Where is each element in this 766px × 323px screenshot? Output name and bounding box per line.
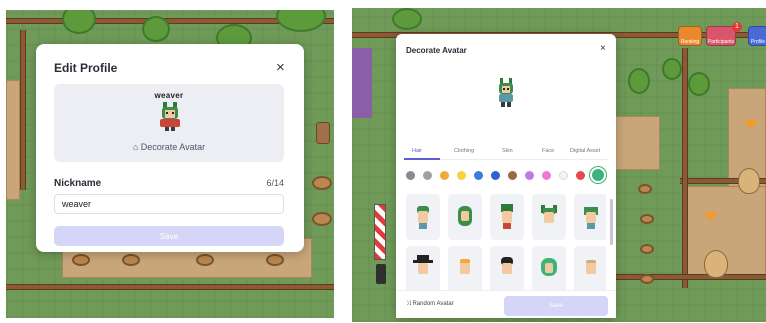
stump (312, 176, 332, 190)
color-swatches (404, 168, 608, 184)
close-icon[interactable]: × (276, 60, 285, 75)
tree (662, 58, 682, 80)
color-swatch[interactable] (508, 171, 517, 180)
stump (638, 184, 652, 194)
dialog-title: Edit Profile (54, 61, 118, 75)
hair-option[interactable] (532, 246, 566, 290)
hair-option[interactable] (448, 194, 482, 240)
stump (196, 254, 214, 266)
arrow-marker (744, 120, 758, 130)
scrollbar-thumb[interactable] (610, 199, 613, 245)
tree (392, 8, 422, 30)
stump (122, 254, 140, 266)
color-swatch[interactable] (440, 171, 449, 180)
dialog-footer: ⤨ Random Avatar Save (396, 290, 616, 318)
color-swatch[interactable] (576, 171, 585, 180)
hair-option[interactable] (490, 246, 524, 290)
avatar-preview-card: weaver ⌂ Decorate Avatar (54, 84, 284, 162)
category-tabs: Hair Clothing Skin Face Digital Asset (404, 146, 608, 160)
fence-bottom (612, 274, 766, 280)
rock (316, 122, 330, 144)
hair-option[interactable] (574, 246, 606, 290)
color-swatch[interactable] (457, 171, 466, 180)
stump (640, 244, 654, 254)
hair-option[interactable] (532, 194, 566, 240)
tab-digital-asset[interactable]: Digital Asset (570, 148, 600, 154)
ranking-button[interactable]: Ranking (678, 26, 702, 46)
fence-bottom (6, 284, 334, 290)
color-swatch[interactable] (423, 171, 432, 180)
color-swatch[interactable] (491, 171, 500, 180)
hair-option[interactable] (406, 246, 440, 290)
arrow-marker (704, 212, 718, 222)
tree (688, 72, 710, 96)
hair-option[interactable] (490, 194, 524, 240)
save-button[interactable]: Save (54, 226, 284, 246)
color-swatch-selected[interactable] (592, 169, 604, 181)
hair-option[interactable] (574, 194, 606, 240)
tab-face[interactable]: Face (542, 148, 554, 154)
plant-creature (738, 168, 760, 194)
hair-option[interactable] (448, 246, 482, 290)
color-swatch[interactable] (406, 171, 415, 180)
building-purple (352, 48, 372, 118)
random-avatar-label: Random Avatar (412, 301, 454, 307)
active-tab-indicator (404, 158, 440, 160)
nickname-char-count: 6/14 (266, 178, 284, 188)
close-icon[interactable]: × (600, 44, 606, 54)
decorate-avatar-label: Decorate Avatar (140, 142, 206, 152)
stump (72, 254, 90, 266)
striped-barrier (374, 204, 386, 260)
game-scene-right: Ranking Participants 1 Profile Decorate … (352, 8, 766, 322)
tree (628, 68, 650, 94)
decorate-avatar-link[interactable]: ⌂ Decorate Avatar (54, 142, 284, 152)
stump (640, 274, 654, 284)
stump (640, 214, 654, 224)
tab-clothing[interactable]: Clothing (454, 148, 474, 154)
traffic-light (376, 264, 386, 284)
game-scene-left: Edit Profile × weaver ⌂ Decorate Avatar … (6, 10, 334, 318)
nickname-input[interactable] (54, 194, 284, 214)
color-swatch[interactable] (525, 171, 534, 180)
stump (312, 212, 332, 226)
avatar (160, 102, 180, 131)
random-avatar-link[interactable]: ⤨ Random Avatar (406, 301, 454, 308)
color-swatch[interactable] (542, 171, 551, 180)
plant-creature (704, 250, 728, 278)
hair-style-grid (406, 194, 606, 290)
tab-skin[interactable]: Skin (502, 148, 513, 154)
dirt-path-side (6, 80, 20, 200)
profile-button[interactable]: Profile (748, 26, 766, 46)
fence-left (20, 30, 26, 190)
nickname-label: Nickname (54, 178, 102, 189)
crop-field (614, 116, 660, 170)
stump (266, 254, 284, 266)
username-tag: weaver (154, 91, 184, 100)
tree (142, 16, 170, 42)
dialog-title: Decorate Avatar (406, 46, 467, 55)
save-avatar-button[interactable]: Save (504, 296, 608, 316)
color-swatch[interactable] (474, 171, 483, 180)
tab-hair[interactable]: Hair (412, 148, 422, 154)
notification-badge: 1 (732, 22, 742, 32)
avatar-preview (499, 78, 513, 107)
hair-option[interactable] (406, 194, 440, 240)
color-swatch[interactable] (559, 171, 568, 180)
shirt-icon: ⌂ (132, 142, 141, 152)
decorate-avatar-dialog: Decorate Avatar × Hair Clothing Skin Fac… (396, 34, 616, 318)
edit-profile-dialog: Edit Profile × weaver ⌂ Decorate Avatar … (36, 44, 304, 252)
